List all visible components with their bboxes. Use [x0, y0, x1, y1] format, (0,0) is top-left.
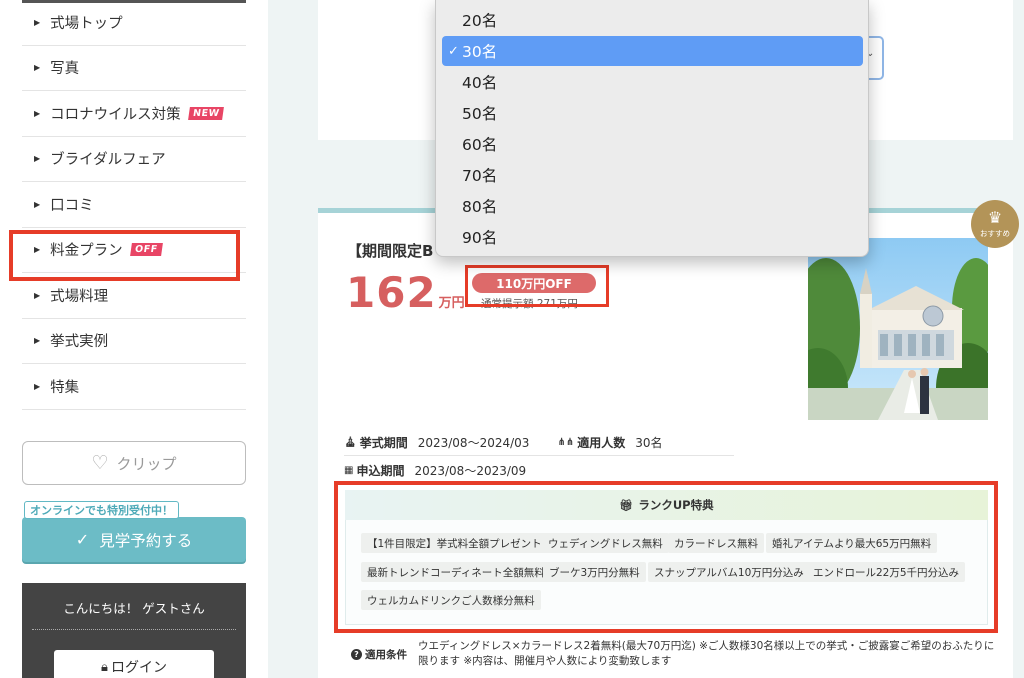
- option-50[interactable]: 50名: [442, 98, 863, 128]
- chapel-photo-image: [808, 238, 988, 420]
- triangle-right-icon: ▶: [34, 336, 41, 346]
- new-badge: NEW: [187, 106, 224, 120]
- plan-info-row: ▦ 申込期間 2023/08〜2023/09: [344, 457, 734, 484]
- people-icon: ⋔⋔: [557, 436, 575, 448]
- login-label: ログイン: [110, 660, 167, 676]
- recommend-label: おすすめ: [980, 228, 1010, 238]
- option-80[interactable]: 80名: [442, 191, 863, 221]
- triangle-right-icon: ▶: [34, 63, 41, 73]
- conditions-label: ? 適用条件: [351, 647, 407, 662]
- triangle-right-icon: ▶: [34, 290, 41, 300]
- guests-value: 30名: [635, 435, 663, 450]
- menu-item-features[interactable]: ▶ 特集: [22, 364, 246, 410]
- option-30-selected[interactable]: ✓ 30名: [442, 36, 863, 66]
- recommend-badge: ♛ おすすめ: [971, 200, 1019, 248]
- menu-item-label: 挙式実例: [50, 334, 109, 351]
- price-unit: 万円: [438, 296, 465, 311]
- triangle-right-icon: ▶: [34, 381, 41, 391]
- guest-panel: こんにちは！ ゲストさん 🔒︎ ログイン: [22, 583, 246, 678]
- menu-item-label: 特集: [50, 379, 80, 396]
- price-number: 162: [346, 268, 437, 317]
- ceremony-period-label: ⛪︎ 挙式期間: [344, 435, 408, 450]
- online-badge: オンラインでも特別受付中！: [24, 501, 179, 519]
- application-period-value: 2023/08〜2023/09: [414, 464, 527, 478]
- clip-button[interactable]: ♡ クリップ: [22, 441, 246, 485]
- calendar-icon: ▦: [344, 465, 354, 476]
- highlight-frame: [334, 481, 998, 633]
- triangle-right-icon: ▶: [34, 154, 41, 164]
- menu-item-venue-top[interactable]: ▶ 式場トップ: [22, 0, 246, 46]
- option-70[interactable]: 70名: [442, 160, 863, 190]
- menu-item-label: コロナウイルス対策: [50, 106, 181, 123]
- conditions-text: ウエディングドレス×カラードレス2着無料(最大70万円迄) ※ご人数様30名様以…: [418, 640, 995, 667]
- login-button[interactable]: 🔒︎ ログイン: [54, 650, 214, 678]
- triangle-right-icon: ▶: [34, 108, 41, 118]
- guests-label: ⋔⋔ 適用人数: [557, 435, 626, 450]
- ceremony-period-value: 2023/08〜2024/03: [417, 435, 530, 450]
- menu-item-ceremony-examples[interactable]: ▶ 挙式実例: [22, 319, 246, 364]
- option-40[interactable]: 40名: [442, 67, 863, 97]
- option-20[interactable]: 20名: [442, 5, 863, 35]
- divider: [32, 629, 236, 630]
- question-icon: ?: [351, 649, 362, 660]
- menu-item-reviews[interactable]: ▶ 口コミ: [22, 182, 246, 228]
- menu-item-label: ブライダルフェア: [50, 152, 166, 169]
- menu-item-label: 口コミ: [50, 197, 94, 214]
- highlight-frame: [9, 230, 240, 281]
- venue-menu: ▶ 式場トップ ▶ 写真 ▶ コロナウイルス対策 NEW ▶ ブライダルフェア ▶ 口コミ …: [22, 0, 246, 410]
- check-icon: ✓: [448, 43, 459, 59]
- tour-label: 見学予約する: [99, 531, 193, 550]
- menu-item-label: 写真: [50, 61, 80, 78]
- crown-icon: ♛: [987, 207, 1003, 227]
- heart-plus-icon: ♡: [91, 452, 109, 474]
- menu-item-bridal-fair[interactable]: ▶ ブライダルフェア: [22, 137, 246, 182]
- option-60[interactable]: 60名: [442, 129, 863, 159]
- guest-greeting: こんにちは！ ゲストさん: [63, 601, 205, 616]
- menu-item-covid[interactable]: ▶ コロナウイルス対策 NEW: [22, 91, 246, 137]
- triangle-right-icon: ▶: [34, 199, 41, 209]
- application-period-label: ▦ 申込期間: [344, 464, 405, 478]
- check-icon: ✓: [75, 530, 90, 549]
- highlight-frame: [465, 265, 609, 307]
- ceremony-icon: ⛪︎: [344, 436, 357, 448]
- plan-title[interactable]: 【期間限定B: [347, 240, 433, 261]
- guest-count-dropdown: 20名 ✓ 30名 40名 50名 60名 70名 80名 90名: [435, 0, 869, 257]
- menu-item-label: 式場トップ: [50, 15, 123, 32]
- plan-price: 162 万円: [346, 268, 465, 317]
- plan-photo[interactable]: [808, 238, 988, 420]
- menu-item-label: 式場料理: [50, 288, 109, 305]
- lock-icon: 🔒︎: [101, 659, 108, 675]
- plan-info-row: ⛪︎ 挙式期間 2023/08〜2024/03 ⋔⋔ 適用人数 30名: [344, 429, 734, 456]
- sidebar: ▶ 式場トップ ▶ 写真 ▶ コロナウイルス対策 NEW ▶ ブライダルフェア ▶ 口コミ …: [0, 0, 268, 678]
- menu-item-photos[interactable]: ▶ 写真: [22, 46, 246, 91]
- clip-label: クリップ: [116, 454, 177, 473]
- triangle-right-icon: ▶: [34, 17, 41, 27]
- tour-reservation-button[interactable]: ✓ 見学予約する: [22, 517, 246, 562]
- option-90[interactable]: 90名: [442, 222, 863, 252]
